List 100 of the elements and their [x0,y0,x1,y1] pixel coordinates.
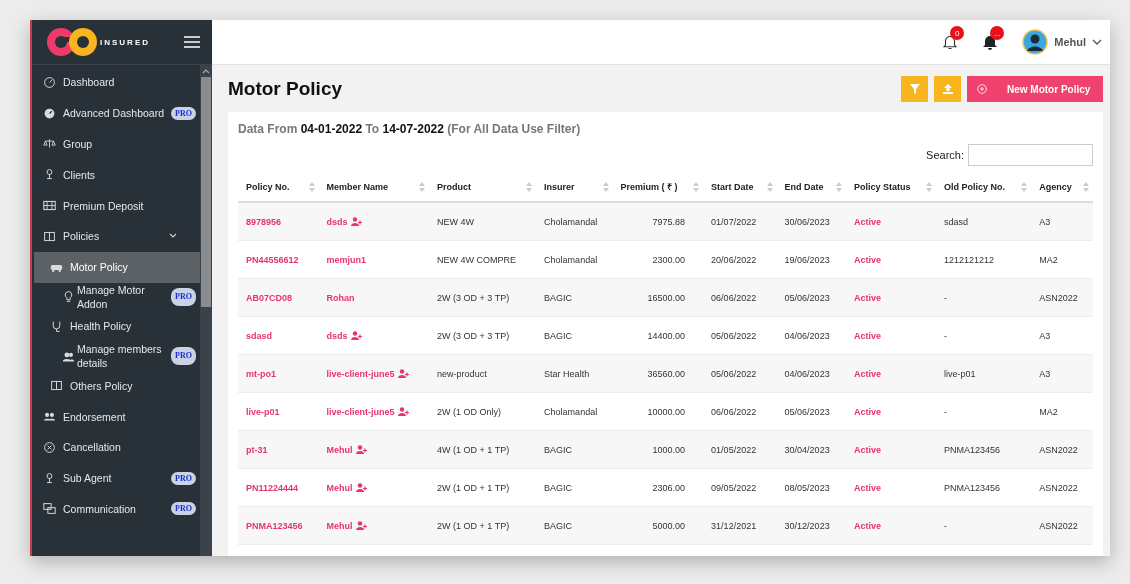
policy-link[interactable]: PN11224444 [238,468,319,507]
table-cell: A3 [1031,354,1093,393]
sort-icon [308,181,315,192]
sidebar-item[interactable]: Health Policy [34,311,200,342]
caret-icon[interactable] [1092,38,1102,46]
people-icon [43,410,56,424]
table-cell: 2W (3 OD + 3 TP) [429,316,537,355]
sidebar-item[interactable]: Premium Deposit [32,190,200,221]
sidebar-item[interactable]: Dashboard [32,67,200,98]
table-cell: ASN2022 [1031,430,1093,469]
sidebar-item[interactable]: Cancellation [32,431,200,463]
add-user-icon[interactable] [397,407,409,416]
search-field[interactable] [968,144,1093,166]
table-cell: PNMA123456 [935,468,1032,507]
plus-circle-icon [977,84,987,94]
new-policy-button[interactable]: New Motor Policy [967,76,1103,102]
table-cell: 7975.88 [612,202,704,241]
table-cell: 16500.00 [612,278,704,317]
notification-count: 0 [950,26,965,40]
member-link[interactable]: memjun1 [326,254,367,265]
sidebar-item[interactable]: Motor Policy [34,251,200,283]
policy-link[interactable]: 8978956 [238,202,319,241]
add-user-icon[interactable] [355,445,367,454]
pro-badge: PRO [171,106,196,120]
person-icon [43,168,56,182]
member-link[interactable]: Rohan [326,292,355,303]
policy-link[interactable]: live-p01 [238,392,319,431]
table-cell: BAGIC [536,430,613,469]
pro-badge: PRO [171,287,196,306]
menu-icon[interactable] [184,36,200,48]
table-cell: 08/05/2023 [776,468,846,507]
sidebar-item[interactable]: Policies [32,221,200,252]
table-cell: 4W (1 OD + 1 TP) [429,430,537,469]
table-cell: 1000.00 [612,430,704,469]
avatar-icon[interactable] [1022,29,1049,55]
policy-link[interactable]: pt-31 [238,430,319,469]
add-user-icon[interactable] [350,331,362,340]
sidebar-item[interactable]: Manage Motor Addon PRO [32,282,200,312]
member-link[interactable]: dsds [326,330,348,341]
bell-icon[interactable] [942,35,959,51]
table-cell: - [935,278,1032,317]
member-link[interactable]: dsds [326,216,348,227]
table-cell: Cholamandal [536,202,613,241]
status-text: Active [845,354,936,393]
table-cell: 04/06/2023 [776,316,846,355]
add-user-icon[interactable] [355,521,367,530]
user-name[interactable]: Mehul [1054,36,1086,48]
add-user-icon[interactable] [397,369,409,378]
status-text: Active [845,202,936,241]
scrollbar[interactable] [200,65,212,556]
chat-icon [43,502,56,516]
policy-link[interactable]: PN44556612 [238,240,319,279]
sidebar-item[interactable]: Clients [32,159,200,191]
policy-link[interactable]: mt-po1 [238,354,319,393]
table-cell: - [935,316,1032,355]
status-text: Active [845,240,936,279]
table-cell: 2W (1 OD + 1 TP) [429,468,537,507]
table-cell: 06/06/2022 [703,392,777,431]
table-cell: - [935,392,1032,431]
status-text: Active [845,392,936,431]
sidebar-item[interactable]: Sub Agent PRO [32,462,200,494]
pro-badge: PRO [171,471,196,485]
sidebar-item[interactable]: Communication PRO [32,493,200,525]
member-link[interactable]: Mehul [326,482,353,493]
sidebar-item[interactable]: Manage members details PRO [32,341,200,371]
member-link[interactable]: live-client-june5 [326,406,395,417]
table-cell: 05/06/2023 [776,392,846,431]
table-cell: NEW 4W [429,202,537,241]
sort-icon [835,181,842,192]
add-user-icon[interactable] [350,217,362,226]
table-cell: 05/06/2023 [776,278,846,317]
dashboard-icon [43,75,56,89]
table-cell: sdasd [935,202,1032,241]
table-cell: 2300.00 [612,240,704,279]
scroll-thumb[interactable] [201,77,211,307]
member-link[interactable]: Mehul [326,520,353,531]
bell-icon[interactable] [982,35,999,51]
table-cell: BAGIC [536,506,613,545]
sidebar-item[interactable]: Advanced Dashboard PRO [32,97,200,129]
sidebar-item[interactable]: Group [32,128,200,160]
table-cell: 14400.00 [612,316,704,355]
table-cell: NEW 4W COMPRE [429,240,537,279]
table-cell: 2306.00 [612,468,704,507]
policy-link[interactable]: AB07CD08 [238,278,319,317]
member-link[interactable]: Mehul [326,444,353,455]
person-icon [43,471,56,485]
sidebar-item[interactable]: Endorsement [32,401,200,432]
policy-link[interactable]: PNMA123456 [238,506,319,545]
stethoscope-icon [50,319,63,333]
logo-text: INSURED [100,37,150,47]
member-link[interactable]: live-client-june5 [326,368,395,379]
table-cell: PNMA123456 [935,430,1032,469]
policy-link[interactable]: sdasd [238,316,319,355]
table-cell: 20/06/2022 [703,240,777,279]
table-cell: 2W (1 OD Only) [429,392,537,431]
table-cell: 36560.00 [612,354,704,393]
table-cell: 06/06/2022 [703,278,777,317]
table-cell: new-product [429,354,537,393]
add-user-icon[interactable] [355,483,367,492]
sidebar-item[interactable]: Others Policy [34,370,200,402]
